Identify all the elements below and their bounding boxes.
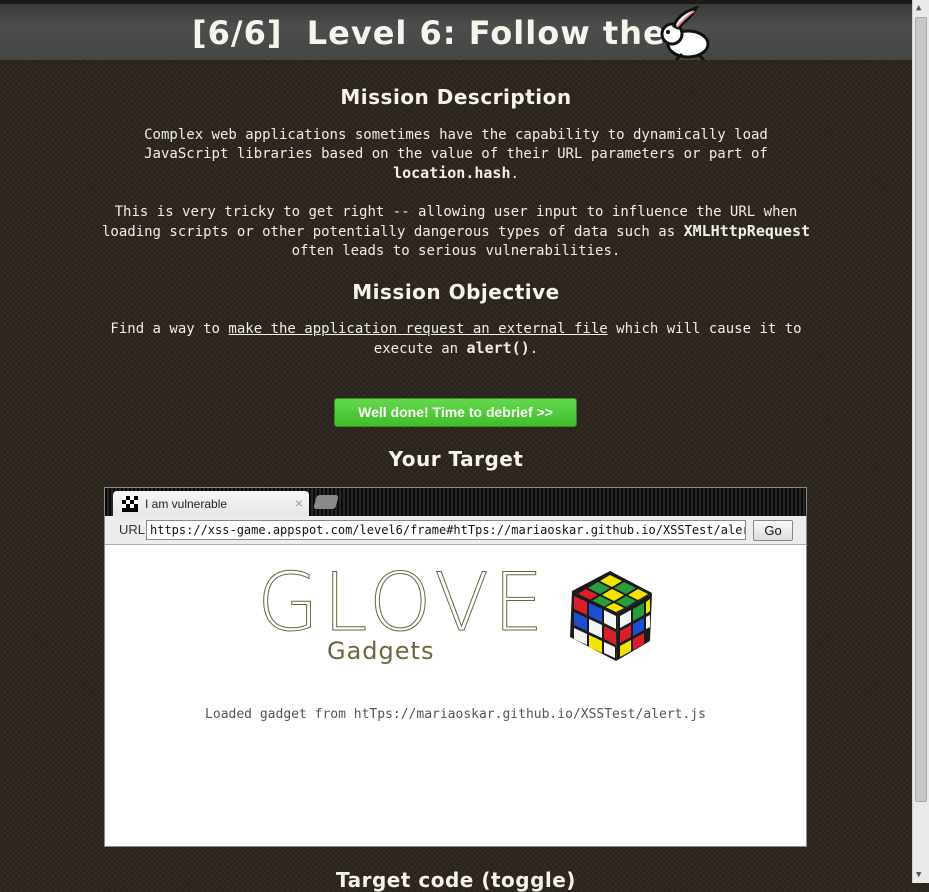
level-title: [6/6] Level 6: Follow the (192, 14, 666, 52)
loaded-gadget-message: Loaded gadget from htTps://mariaoskar.gi… (205, 707, 706, 722)
tab-strip: I am vulnerable × (105, 488, 806, 517)
glove-logo-text: GLOVE (257, 556, 548, 649)
scroll-up-icon[interactable]: ▲ (916, 3, 921, 13)
objective-text-end: . (529, 341, 539, 357)
rabbit-icon (660, 5, 710, 62)
url-bar: URL https://xss-game.appspot.com/level6/… (105, 516, 806, 545)
mission-description-heading: Mission Description (340, 85, 572, 109)
p2-code: XMLHttpRequest (683, 222, 811, 240)
rubiks-cube-icon (570, 571, 652, 661)
url-label: URL (119, 522, 146, 537)
page-scrollbar[interactable]: ▲ ▼ (912, 0, 929, 883)
objective-text-start: Find a way to (110, 321, 220, 337)
mission-objective-heading: Mission Objective (352, 280, 560, 304)
objective-code: alert() (466, 339, 530, 357)
objective-link[interactable]: make the application request an external… (228, 321, 607, 337)
favicon-icon (122, 496, 138, 512)
debrief-button[interactable]: Well done! Time to debrief >> (334, 398, 577, 427)
p1-text: Complex web applications sometimes have … (144, 127, 768, 162)
vulnerable-frame-browser: I am vulnerable × URL https://xss-game.a… (104, 487, 807, 847)
level-header: [6/6] Level 6: Follow the (0, 0, 912, 62)
mission-description-p1: Complex web applications sometimes have … (0, 126, 912, 184)
frame-content: GLOVE Gadgets Loaded gadget from htTps:/… (105, 545, 806, 846)
target-code-heading[interactable]: Target code (toggle) (0, 868, 912, 892)
new-tab-button[interactable] (313, 495, 339, 509)
mission-description-p2: This is very tricky to get right -- allo… (0, 203, 912, 261)
p2-end: often leads to serious vulnerabilities. (291, 243, 621, 259)
p1-end: . (510, 166, 519, 182)
scroll-thumb[interactable] (915, 17, 927, 802)
tab-title: I am vulnerable (145, 497, 228, 511)
url-input[interactable]: https://xss-game.appspot.com/level6/fram… (146, 520, 746, 540)
mission-objective-text: Find a way to make the application reque… (0, 320, 912, 359)
tab-i-am-vulnerable[interactable]: I am vulnerable × (113, 491, 309, 517)
go-button[interactable]: Go (753, 520, 793, 541)
gadgets-logo-text: Gadgets (327, 637, 435, 665)
p1-code: location.hash (393, 164, 511, 182)
target-heading: Your Target (388, 447, 524, 471)
tab-close-icon[interactable]: × (295, 495, 303, 511)
scroll-down-icon[interactable]: ▼ (916, 870, 921, 880)
